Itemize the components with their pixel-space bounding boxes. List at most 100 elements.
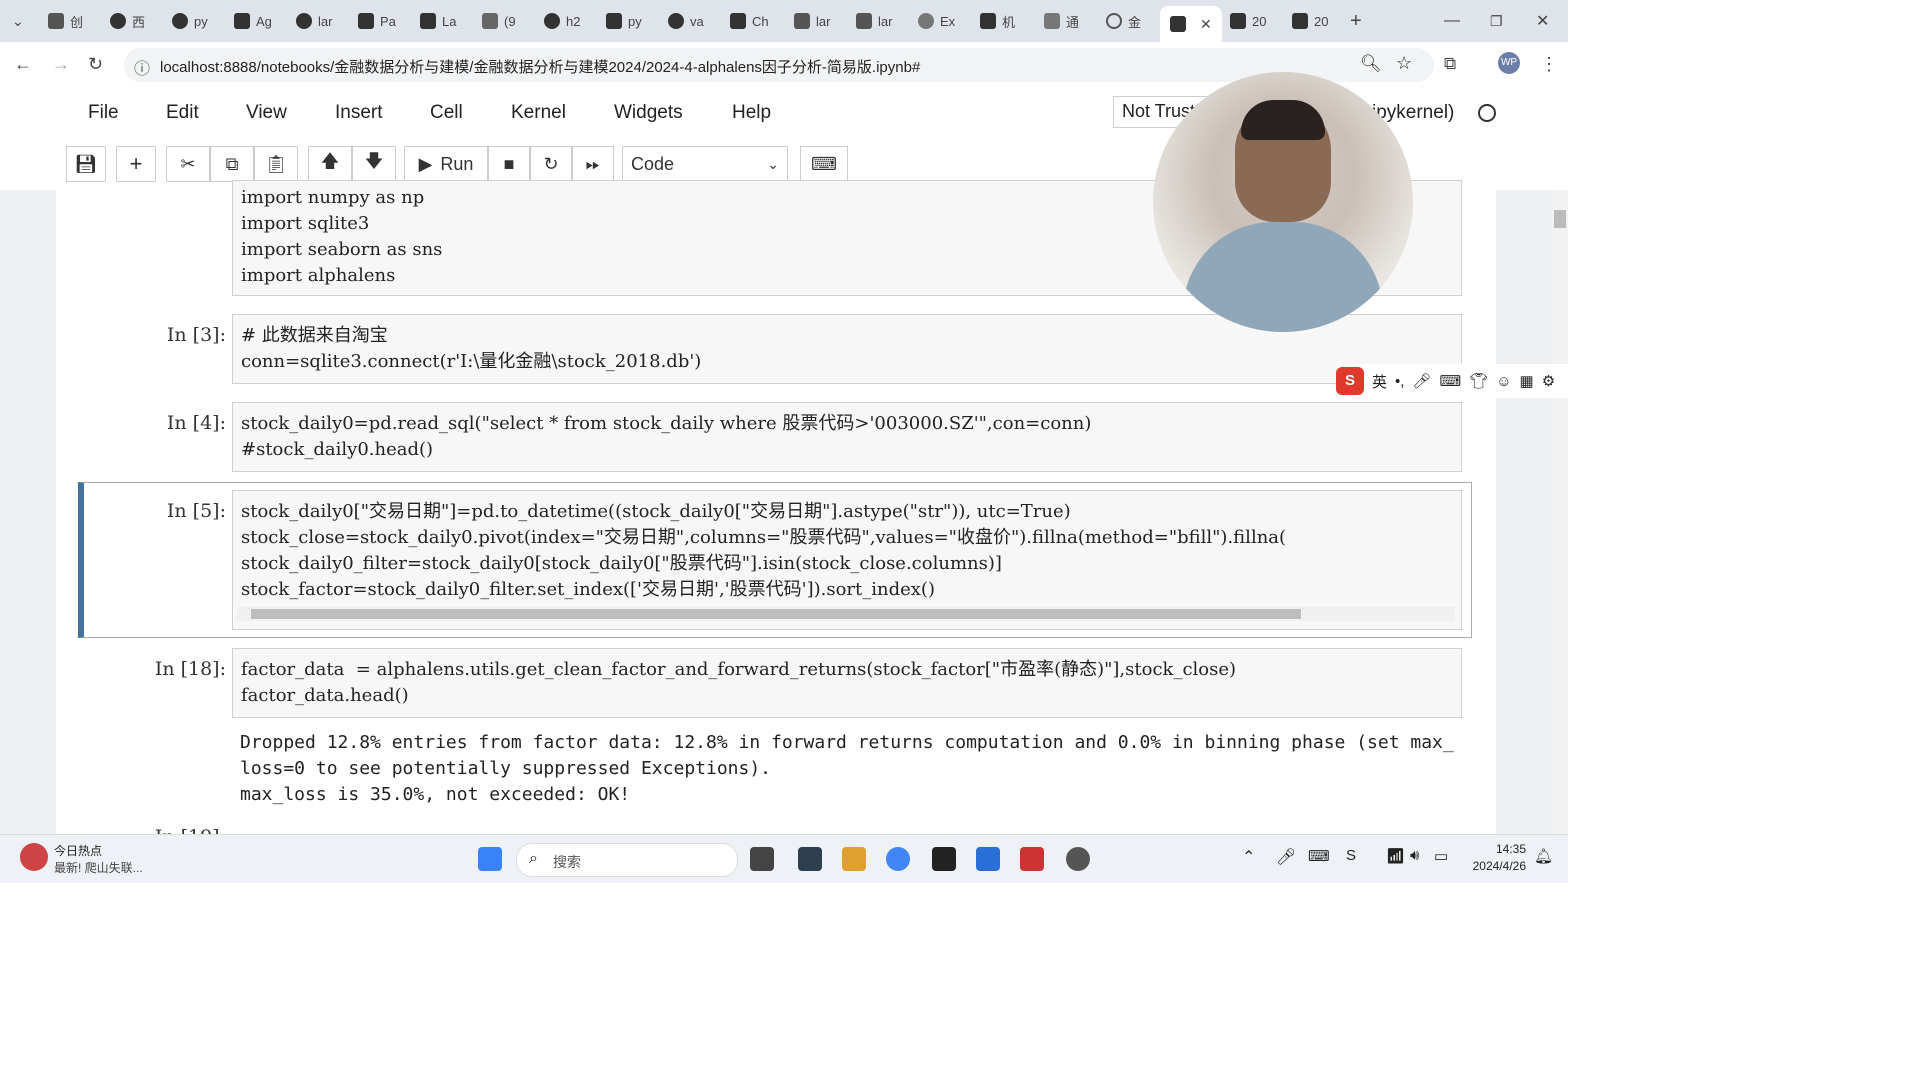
more-menu-icon[interactable]: ⋮: [1540, 54, 1558, 75]
microphone-icon[interactable]: 🎤︎: [1276, 847, 1296, 867]
zoom-icon[interactable]: 🔍︎: [1360, 54, 1382, 74]
browser-tab[interactable]: Ch: [730, 6, 769, 36]
file-explorer-icon[interactable]: [750, 847, 774, 871]
microphone-icon[interactable]: 🎤︎: [1412, 372, 1431, 390]
code-cell-input[interactable]: stock_daily0=pd.read_sql("select * from …: [232, 402, 1462, 472]
window-close-button[interactable]: ✕: [1536, 6, 1549, 36]
restart-run-all-button[interactable]: ⏩︎: [572, 146, 614, 182]
wifi-icon[interactable]: 📶︎: [1386, 847, 1405, 865]
menu-file[interactable]: File: [88, 102, 119, 124]
settings-icon[interactable]: ⚙: [1542, 372, 1555, 390]
reload-icon[interactable]: ↻: [88, 54, 103, 75]
minimize-button[interactable]: —: [1444, 6, 1460, 36]
scrollbar-thumb[interactable]: [1554, 210, 1566, 228]
tab-search-button[interactable]: ⌄: [12, 6, 24, 36]
browser-tab[interactable]: 创: [48, 6, 83, 36]
news-title[interactable]: 今日热点: [54, 842, 102, 859]
cut-button[interactable]: ✂: [166, 146, 210, 182]
sogou-logo-icon[interactable]: S: [1336, 367, 1364, 395]
browser-tab-active[interactable]: ✕: [1160, 6, 1222, 42]
ime-tray-icon[interactable]: ⌨: [1308, 847, 1330, 865]
taskbar-search[interactable]: ⌕ 搜索: [516, 843, 738, 877]
extensions-icon[interactable]: ⧉: [1444, 54, 1456, 74]
battery-icon[interactable]: ▭: [1434, 847, 1448, 865]
browser-tab[interactable]: py: [172, 6, 208, 36]
copy-button[interactable]: ⧉: [210, 146, 254, 182]
menu-edit[interactable]: Edit: [166, 102, 199, 124]
move-down-button[interactable]: 🡇: [352, 146, 396, 182]
apps-grid-icon[interactable]: ▦: [1520, 372, 1534, 390]
terminal-icon[interactable]: [932, 847, 956, 871]
clock-date[interactable]: 2024/4/26: [1460, 859, 1526, 873]
menu-kernel[interactable]: Kernel: [511, 102, 566, 124]
browser-tab[interactable]: lar: [794, 6, 830, 36]
news-subtitle[interactable]: 最新! 爬山失联...: [54, 859, 143, 876]
menu-insert[interactable]: Insert: [335, 102, 383, 124]
save-button[interactable]: 💾︎: [66, 146, 106, 182]
news-widget-icon[interactable]: [20, 843, 48, 871]
browser-tab[interactable]: lar: [296, 6, 332, 36]
browser-tab[interactable]: Ag: [234, 6, 272, 36]
browser-tab[interactable]: va: [668, 6, 704, 36]
browser-tab[interactable]: 机: [980, 6, 1015, 36]
code-cell-input[interactable]: factor_data = alphalens.utils.get_clean_…: [232, 648, 1462, 718]
new-tab-button[interactable]: +: [1350, 6, 1362, 36]
forward-arrow-icon[interactable]: →: [52, 54, 70, 75]
windows-start-icon[interactable]: [478, 847, 502, 871]
browser-tab[interactable]: Ex: [918, 6, 955, 36]
command-palette-button[interactable]: ⌨: [800, 146, 848, 182]
close-tab-icon[interactable]: ✕: [1200, 16, 1212, 33]
browser-tab[interactable]: (9: [482, 6, 516, 36]
paste-button[interactable]: 📋︎: [254, 146, 298, 182]
scrollbar-thumb[interactable]: [251, 609, 1301, 619]
browser-tab[interactable]: lar: [856, 6, 892, 36]
site-info-icon[interactable]: ⓘ: [134, 55, 150, 79]
insert-cell-button[interactable]: +: [116, 146, 156, 182]
profile-avatar[interactable]: WP: [1498, 52, 1520, 74]
address-bar[interactable]: ⓘ localhost:8888/notebooks/金融数据分析与建模/金融数…: [124, 48, 1434, 82]
bookmark-star-icon[interactable]: ☆: [1396, 53, 1412, 74]
app-icon[interactable]: [976, 847, 1000, 871]
code-line: conn=sqlite3.connect(r'I:\量化金融\stock_201…: [241, 351, 702, 372]
volume-icon[interactable]: 🔊︎: [1410, 847, 1419, 864]
browser-tab[interactable]: 20: [1292, 6, 1328, 36]
recorder-icon[interactable]: [1066, 847, 1090, 871]
url-text: localhost:8888/notebooks/金融数据分析与建模/金融数据分…: [160, 59, 921, 76]
tray-chevron-icon[interactable]: ⌃: [1242, 847, 1255, 867]
back-arrow-icon[interactable]: ←: [14, 54, 32, 75]
ime-language[interactable]: 英: [1372, 371, 1387, 392]
browser-tab[interactable]: 通: [1044, 6, 1079, 36]
clock-time[interactable]: 14:35: [1466, 842, 1526, 856]
browser-tab[interactable]: h2: [544, 6, 580, 36]
cell-type-select[interactable]: Code ⌄: [622, 146, 788, 182]
browser-tab[interactable]: py: [606, 6, 642, 36]
browser-tab[interactable]: 西: [110, 6, 145, 36]
menu-help[interactable]: Help: [732, 102, 771, 124]
browser-tab[interactable]: 金: [1106, 6, 1141, 36]
horizontal-scrollbar[interactable]: [237, 607, 1455, 621]
punctuation-icon[interactable]: •,: [1395, 373, 1404, 390]
menu-widgets[interactable]: Widgets: [614, 102, 683, 124]
restore-button[interactable]: ❐: [1490, 6, 1503, 36]
sogou-tray-icon[interactable]: S: [1346, 847, 1356, 864]
browser-tab[interactable]: Pa: [358, 6, 396, 36]
browser-tab[interactable]: 20: [1230, 6, 1266, 36]
wps-icon[interactable]: [1020, 847, 1044, 871]
browser-tab[interactable]: La: [420, 6, 456, 36]
chrome-icon[interactable]: [886, 847, 910, 871]
vertical-scrollbar[interactable]: [1552, 190, 1568, 834]
notification-icon[interactable]: 🔔︎: [1534, 847, 1553, 865]
run-button[interactable]: ▶ Run: [404, 146, 488, 182]
keyboard-icon[interactable]: ⌨: [1439, 372, 1461, 390]
copy-icon: ⧉: [225, 153, 239, 174]
skin-icon[interactable]: 👕︎: [1469, 372, 1488, 390]
menu-cell[interactable]: Cell: [430, 102, 463, 124]
move-up-button[interactable]: 🡅: [308, 146, 352, 182]
menu-view[interactable]: View: [246, 102, 287, 124]
folder-icon[interactable]: [842, 847, 866, 871]
emoji-icon[interactable]: ☺: [1496, 373, 1511, 390]
desktop-app-icon[interactable]: [798, 847, 822, 871]
restart-button[interactable]: ↻: [530, 146, 572, 182]
code-cell-input[interactable]: stock_daily0["交易日期"]=pd.to_datetime((sto…: [232, 490, 1462, 630]
interrupt-button[interactable]: ■: [488, 146, 530, 182]
